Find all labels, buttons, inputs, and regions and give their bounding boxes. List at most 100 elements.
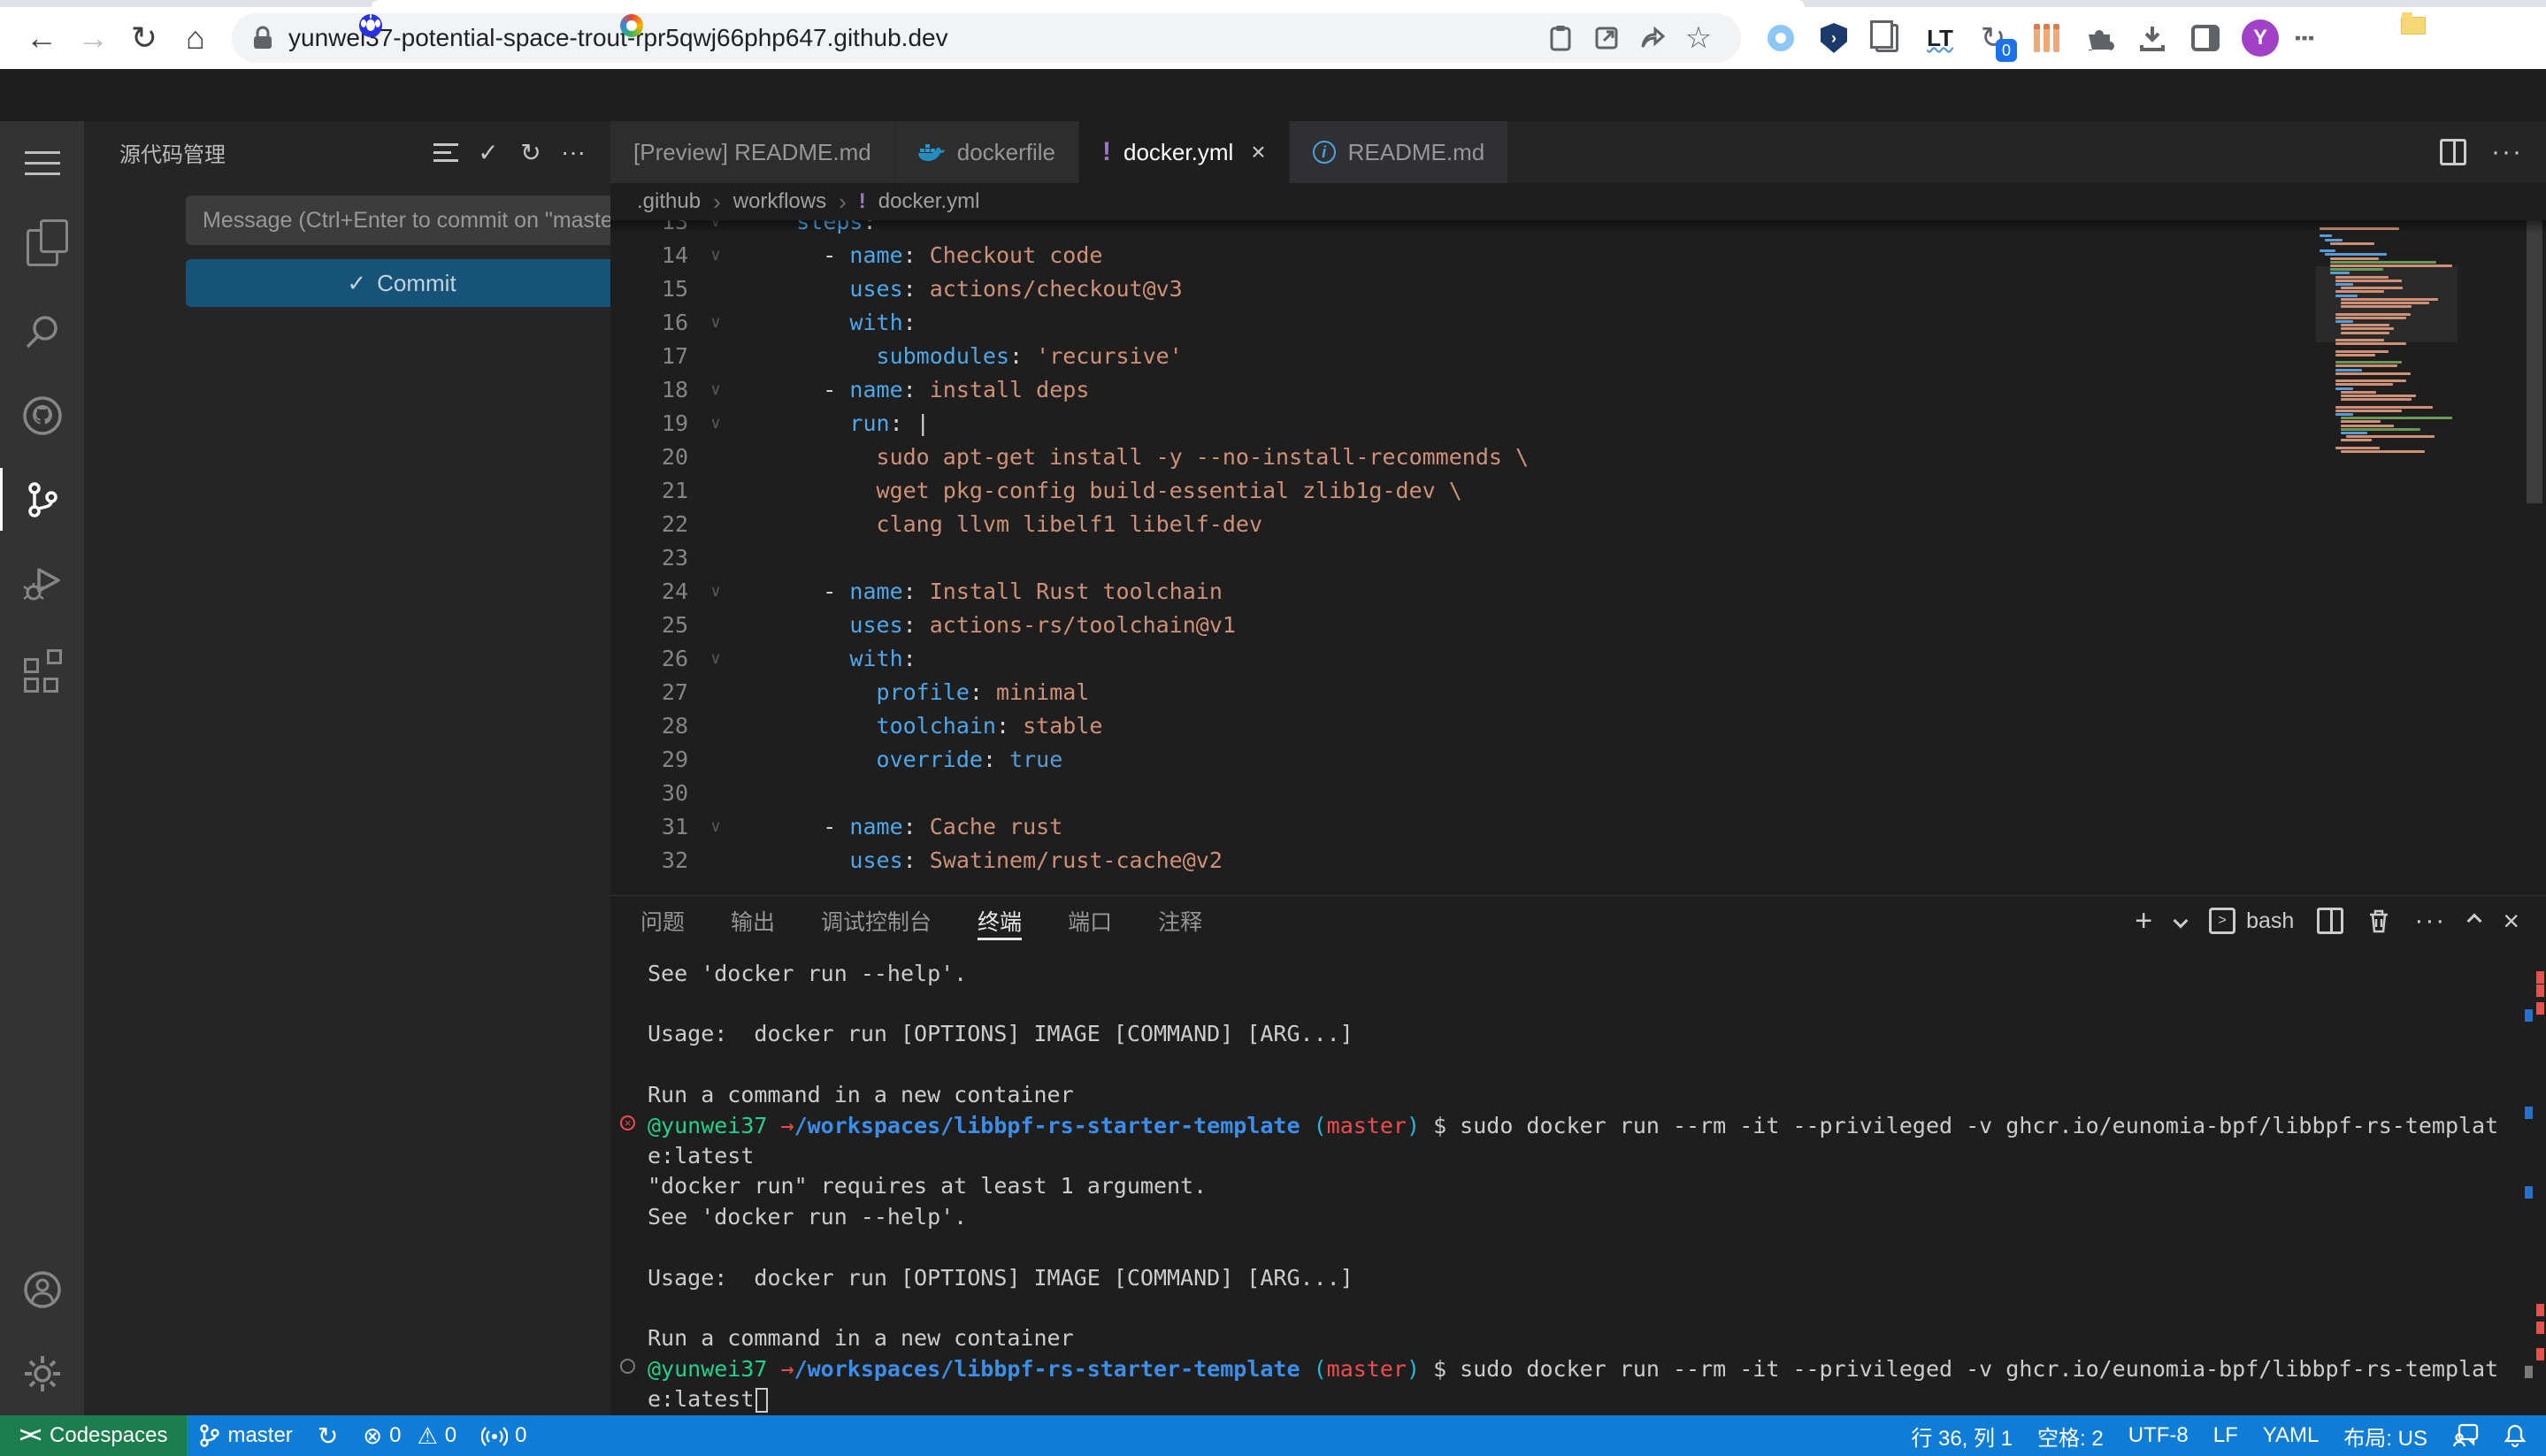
fold-chevron-icon[interactable]: ∨ [688, 817, 743, 836]
browser-menu-icon[interactable]: ⋮ [2298, 27, 2310, 50]
extensions-icon[interactable] [0, 625, 84, 709]
puzzle-extensions-icon[interactable] [2082, 21, 2116, 55]
breadcrumb-file[interactable]: docker.yml [878, 189, 980, 214]
fold-chevron-icon[interactable]: ∨ [688, 649, 743, 668]
view-as-list-icon[interactable] [425, 131, 467, 173]
cursor-position[interactable]: 行 36, 列 1 [1898, 1415, 2025, 1456]
extension-circle-icon[interactable] [1764, 21, 1798, 55]
code-line-16[interactable]: 16∨ with: [610, 305, 2291, 339]
forward-button[interactable]: → [67, 12, 119, 64]
terminal-instance-bash[interactable]: >bash [2209, 908, 2294, 934]
panel-tab-debug-console[interactable]: 调试控制台 [821, 896, 932, 946]
maximize-panel-icon[interactable] [2467, 914, 2482, 929]
ammo-extension-icon[interactable] [2029, 21, 2063, 55]
url-text[interactable]: yunwei37-potential-space-trout-rpr5qwj66… [288, 24, 1538, 52]
language-mode[interactable]: YAML [2251, 1415, 2332, 1456]
lock-icon[interactable] [251, 25, 274, 51]
commit-message-input[interactable] [186, 195, 672, 245]
code-line-23[interactable]: 23 [610, 540, 2291, 574]
code-line-21[interactable]: 21 wget pkg-config build-essential zlib1… [610, 473, 2291, 507]
terminal-output[interactable]: See 'docker run --help'.Usage: docker ru… [648, 958, 2511, 1414]
remote-indicator[interactable]: >< Codespaces [0, 1415, 187, 1456]
tab-docker-yml[interactable]: ! docker.yml × [1079, 121, 1290, 183]
panel-tab-ports[interactable]: 端口 [1068, 896, 1112, 946]
panel-more-icon[interactable]: ··· [2414, 906, 2446, 936]
fold-chevron-icon[interactable]: ∨ [688, 313, 743, 332]
code-line-25[interactable]: 25 uses: actions-rs/toolchain@v1 [610, 608, 2291, 641]
home-button[interactable]: ⌂ [170, 12, 221, 64]
search-icon[interactable] [0, 289, 84, 373]
sync-indicator[interactable]: ↻ [305, 1415, 350, 1456]
new-terminal-icon[interactable]: + [2135, 904, 2152, 939]
bookmark-star-icon[interactable]: ☆ [1676, 15, 1722, 61]
code-line-29[interactable]: 29 override: true [610, 742, 2291, 776]
panel-tab-terminal[interactable]: 终端 [978, 896, 1022, 946]
kill-terminal-icon[interactable] [2366, 908, 2391, 934]
code-line-19[interactable]: 19∨ run: | [610, 406, 2291, 440]
code-line-17[interactable]: 17 submodules: 'recursive' [610, 339, 2291, 372]
code-editor[interactable]: 13∨ steps:14∨ - name: Checkout code15 us… [610, 220, 2546, 895]
ports-indicator[interactable]: 0 [469, 1415, 539, 1456]
code-line-15[interactable]: 15 uses: actions/checkout@v3 [610, 272, 2291, 305]
active-browser-tab[interactable] [372, 0, 1805, 7]
tab-dockerfile[interactable]: dockerfile [895, 121, 1079, 183]
address-bar[interactable]: yunwei37-potential-space-trout-rpr5qwj66… [232, 13, 1741, 63]
editor-more-icon[interactable]: ··· [2491, 137, 2523, 167]
languagetool-icon[interactable]: LT [1923, 21, 1957, 55]
indentation[interactable]: 空格: 2 [2025, 1415, 2116, 1456]
refresh-icon[interactable]: ↻ [510, 131, 552, 173]
browser-profile-avatar[interactable]: Y [2242, 19, 2279, 57]
notifications-bell-icon[interactable] [2491, 1415, 2546, 1456]
terminal-dropdown-icon[interactable] [2174, 914, 2189, 929]
encoding[interactable]: UTF-8 [2116, 1415, 2201, 1456]
commit-check-icon[interactable]: ✓ [467, 131, 510, 173]
panel-tab-comments[interactable]: 注释 [1158, 896, 1202, 946]
fold-chevron-icon[interactable]: ∨ [688, 246, 743, 264]
tab-readme[interactable]: i README.md [1290, 121, 1509, 183]
menu-hamburger-icon[interactable] [0, 121, 84, 205]
code-line-18[interactable]: 18∨ - name: install deps [610, 372, 2291, 406]
commit-button[interactable]: ✓Commit [186, 259, 672, 307]
problems-indicator[interactable]: ⊗0 ⚠0 [350, 1415, 469, 1456]
fold-chevron-icon[interactable]: ∨ [688, 414, 743, 433]
fold-chevron-icon[interactable]: ∨ [688, 582, 743, 601]
side-panel-icon[interactable] [2189, 21, 2222, 55]
editor-scrollbar[interactable] [2523, 220, 2546, 895]
account-icon[interactable] [0, 1247, 84, 1331]
downloads-icon[interactable] [2136, 21, 2169, 55]
clipboard-icon[interactable] [1538, 15, 1584, 61]
fold-chevron-icon[interactable]: ∨ [688, 380, 743, 399]
sync-extension-icon[interactable]: ↻0 [1976, 21, 2010, 55]
eol[interactable]: LF [2201, 1415, 2251, 1456]
split-terminal-icon[interactable] [2317, 908, 2343, 934]
code-line-28[interactable]: 28 toolchain: stable [610, 709, 2291, 742]
reload-button[interactable]: ↻ [119, 12, 170, 64]
code-line-27[interactable]: 27 profile: minimal [610, 675, 2291, 709]
more-actions-icon[interactable]: ··· [552, 131, 594, 173]
source-control-icon[interactable] [0, 457, 84, 541]
keyboard-layout[interactable]: 布局: US [2331, 1415, 2440, 1456]
panel-tab-output[interactable]: 输出 [731, 896, 775, 946]
close-panel-icon[interactable]: × [2503, 905, 2519, 938]
code-line-31[interactable]: 31∨ - name: Cache rust [610, 809, 2291, 843]
share-icon[interactable] [1630, 15, 1676, 61]
feedback-icon[interactable] [2440, 1415, 2491, 1456]
open-in-window-icon[interactable] [1584, 15, 1630, 61]
branch-indicator[interactable]: master [187, 1415, 304, 1456]
code-line-26[interactable]: 26∨ with: [610, 641, 2291, 675]
tab-preview-readme[interactable]: [Preview] README.md [610, 121, 895, 183]
code-line-32[interactable]: 32 uses: Swatinem/rust-cache@v2 [610, 843, 2291, 877]
scrollbar-thumb[interactable] [2527, 220, 2542, 503]
breadcrumb-github-dir[interactable]: .github [637, 189, 701, 214]
breadcrumb-workflows-dir[interactable]: workflows [733, 189, 826, 214]
code-line-24[interactable]: 24∨ - name: Install Rust toolchain [610, 574, 2291, 608]
run-debug-icon[interactable] [0, 541, 84, 625]
settings-gear-icon[interactable] [0, 1331, 84, 1415]
panel-tab-problems[interactable]: 问题 [640, 896, 685, 946]
close-tab-icon[interactable]: × [1251, 138, 1265, 166]
explorer-icon[interactable] [0, 205, 84, 289]
code-line-20[interactable]: 20 sudo apt-get install -y --no-install-… [610, 440, 2291, 473]
split-editor-icon[interactable] [2440, 139, 2466, 165]
code-line-30[interactable]: 30 [610, 776, 2291, 809]
minimap[interactable] [2316, 220, 2458, 895]
